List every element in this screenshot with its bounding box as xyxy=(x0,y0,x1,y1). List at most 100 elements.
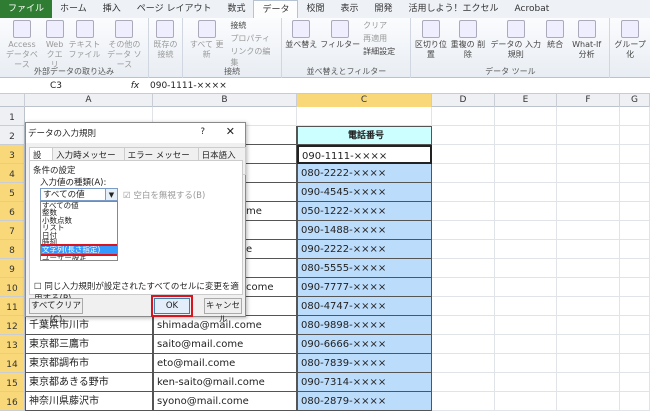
cell[interactable] xyxy=(495,202,557,221)
tab-8[interactable]: 開発 xyxy=(367,0,401,18)
properties-button[interactable]: プロパティ xyxy=(230,33,278,44)
cell[interactable] xyxy=(495,126,557,145)
header-phone[interactable]: 電話番号 xyxy=(297,126,432,145)
tab-5[interactable]: データ xyxy=(253,0,299,18)
row-header-7[interactable]: 7 xyxy=(0,221,25,240)
address-cell[interactable]: 神奈川県藤沢市 xyxy=(25,392,153,411)
tab-7[interactable]: 表示 xyxy=(333,0,367,18)
cell[interactable] xyxy=(557,354,620,373)
cell[interactable] xyxy=(495,221,557,240)
cell[interactable] xyxy=(557,373,620,392)
cell[interactable] xyxy=(620,107,650,126)
cell[interactable] xyxy=(557,259,620,278)
group-button[interactable]: グループ化 xyxy=(613,20,647,76)
email-cell[interactable]: eto@mail.come xyxy=(153,354,297,373)
cell[interactable] xyxy=(432,240,495,259)
tab-2[interactable]: 挿入 xyxy=(95,0,129,18)
select-all-corner[interactable] xyxy=(0,94,25,107)
row-header-5[interactable]: 5 xyxy=(0,183,25,202)
edit-links-button[interactable]: リンクの編集 xyxy=(230,46,278,68)
cell[interactable] xyxy=(620,259,650,278)
row-header-13[interactable]: 13 xyxy=(0,335,25,354)
cell[interactable] xyxy=(557,202,620,221)
row-header-16[interactable]: 16 xyxy=(0,392,25,411)
cell[interactable] xyxy=(495,316,557,335)
phone-cell[interactable]: 090-2222-×××× xyxy=(297,240,432,259)
phone-cell[interactable]: 080-2879-×××× xyxy=(297,392,432,411)
cell[interactable] xyxy=(620,335,650,354)
cell[interactable] xyxy=(432,354,495,373)
tab-3[interactable]: ページ レイアウト xyxy=(129,0,220,18)
cell[interactable] xyxy=(620,278,650,297)
close-icon[interactable]: ✕ xyxy=(226,125,235,138)
email-cell-fragment[interactable]: e xyxy=(246,240,297,259)
cell[interactable] xyxy=(557,126,620,145)
ignore-blank-checkbox[interactable]: ☑ 空白を無視する(B) xyxy=(123,189,205,201)
cell[interactable] xyxy=(432,335,495,354)
phone-cell[interactable]: 080-9898-×××× xyxy=(297,316,432,335)
cell[interactable] xyxy=(495,297,557,316)
clear-all-button[interactable]: すべてクリア(C) xyxy=(29,298,83,325)
cell[interactable] xyxy=(495,278,557,297)
tab-6[interactable]: 校閲 xyxy=(298,0,332,18)
cell[interactable] xyxy=(620,145,650,164)
address-cell[interactable]: 千葉県市川市 xyxy=(25,316,153,335)
cell[interactable] xyxy=(495,335,557,354)
cell[interactable] xyxy=(620,126,650,145)
formula-input[interactable]: 090-1111-×××× xyxy=(150,81,227,91)
row-header-1[interactable]: 1 xyxy=(0,107,25,126)
cell[interactable] xyxy=(432,297,495,316)
cell[interactable] xyxy=(495,354,557,373)
type-select[interactable]: すべての値 ▼ xyxy=(40,188,118,201)
tab-10[interactable]: Acrobat xyxy=(507,0,558,18)
phone-cell[interactable]: 090-1488-×××× xyxy=(297,221,432,240)
row-header-10[interactable]: 10 xyxy=(0,278,25,297)
email-cell[interactable]: syono@mail.come xyxy=(153,392,297,411)
cell[interactable] xyxy=(495,392,557,411)
column-header-C[interactable]: C xyxy=(297,94,432,107)
phone-cell[interactable]: 090-1111-×××× xyxy=(297,145,432,164)
email-cell[interactable]: ken-saito@mail.come xyxy=(153,373,297,392)
type-options-list[interactable]: すべての値 整数 小数点数 リスト 日付 時刻 文字列(長さ指定) ユーザー設定 xyxy=(40,201,118,261)
cell[interactable] xyxy=(620,373,650,392)
phone-cell[interactable]: 090-7314-×××× xyxy=(297,373,432,392)
cell[interactable] xyxy=(432,392,495,411)
cell[interactable] xyxy=(557,240,620,259)
row-header-14[interactable]: 14 xyxy=(0,354,25,373)
cell[interactable] xyxy=(557,316,620,335)
cell[interactable] xyxy=(495,259,557,278)
cell[interactable] xyxy=(432,107,495,126)
cell[interactable] xyxy=(432,316,495,335)
cell[interactable] xyxy=(620,183,650,202)
cell[interactable] xyxy=(557,297,620,316)
cell[interactable] xyxy=(432,259,495,278)
cell[interactable] xyxy=(620,354,650,373)
cell[interactable] xyxy=(495,145,557,164)
column-header-F[interactable]: F xyxy=(557,94,620,107)
phone-cell[interactable]: 080-5555-×××× xyxy=(297,259,432,278)
column-header-D[interactable]: D xyxy=(432,94,495,107)
cell[interactable] xyxy=(495,183,557,202)
cell[interactable] xyxy=(620,392,650,411)
cell[interactable] xyxy=(620,297,650,316)
cell[interactable] xyxy=(432,126,495,145)
tab-0[interactable]: ファイル xyxy=(0,0,53,18)
tab-1[interactable]: ホーム xyxy=(52,0,95,18)
cell[interactable] xyxy=(432,202,495,221)
row-header-2[interactable]: 2 xyxy=(0,126,25,145)
cell[interactable] xyxy=(557,183,620,202)
phone-cell[interactable]: 080-4747-×××× xyxy=(297,297,432,316)
cell[interactable] xyxy=(620,316,650,335)
row-header-3[interactable]: 3 xyxy=(0,145,25,164)
cell[interactable] xyxy=(557,392,620,411)
address-cell[interactable]: 東京都あきる野市 xyxy=(25,373,153,392)
cell[interactable] xyxy=(557,107,620,126)
email-cell[interactable]: saito@mail.come xyxy=(153,335,297,354)
phone-cell[interactable]: 090-6666-×××× xyxy=(297,335,432,354)
phone-cell[interactable]: 080-7839-×××× xyxy=(297,354,432,373)
name-box[interactable]: C3 xyxy=(0,81,120,91)
cell[interactable] xyxy=(495,164,557,183)
tab-9[interactable]: 活用しよう！エクセル xyxy=(401,0,507,18)
cell[interactable] xyxy=(432,278,495,297)
row-header-4[interactable]: 4 xyxy=(0,164,25,183)
